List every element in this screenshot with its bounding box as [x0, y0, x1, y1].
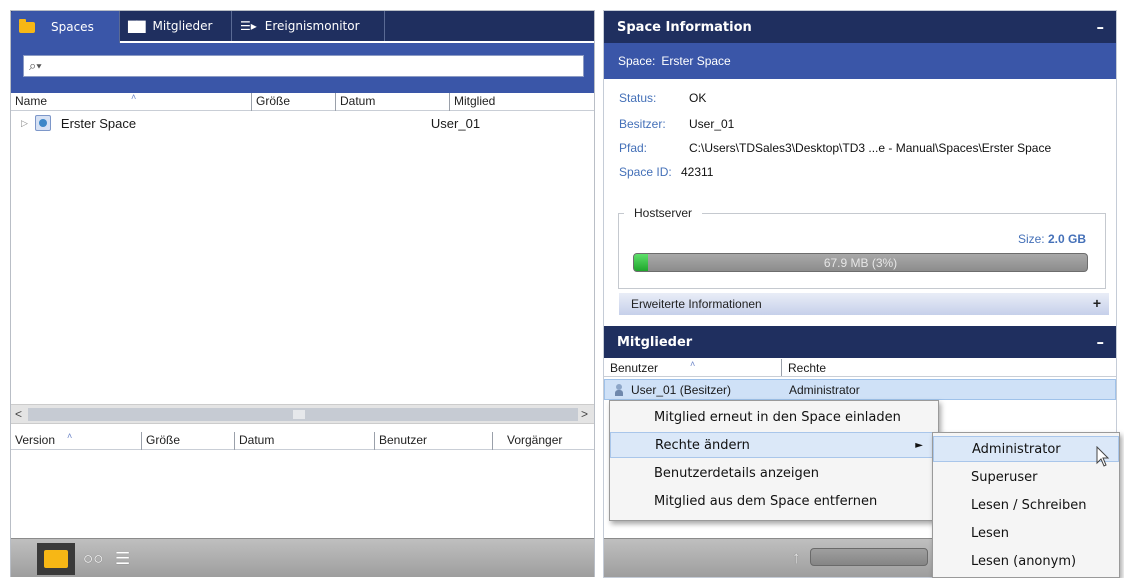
member-context-menu: Mitglied erneut in den Space einladen Re…	[609, 400, 939, 521]
space-row[interactable]: ▷ Erster Space User_01	[11, 112, 594, 134]
members-table-header: Benutzer ˄ Rechte	[604, 359, 1116, 377]
rights-submenu: Administrator Superuser Lesen / Schreibe…	[932, 432, 1120, 578]
upload-arrow-icon[interactable]: ↑	[792, 548, 801, 568]
horizontal-scrollbar[interactable]: < >	[11, 404, 594, 424]
scroll-grip[interactable]	[293, 410, 305, 419]
space-id-row: Space ID: 42311	[619, 165, 714, 179]
space-title-bar: Space: Erster Space	[604, 43, 1116, 79]
menu-item-remove-member[interactable]: Mitglied aus dem Space entfernen	[610, 488, 938, 514]
status-row: Status: OK	[619, 91, 707, 105]
rights-item-read-write[interactable]: Lesen / Schreiben	[933, 492, 1119, 518]
submenu-arrow-icon: ►	[915, 439, 923, 451]
col-size[interactable]: Größe	[252, 93, 336, 111]
mouse-cursor-icon	[1096, 446, 1110, 467]
event-monitor-icon: ☰▸	[240, 19, 257, 33]
extended-info-toggle[interactable]: Erweiterte Informationen +	[619, 293, 1109, 315]
scroll-left-icon[interactable]: <	[15, 407, 22, 421]
bottom-folder-button[interactable]	[37, 543, 75, 575]
search-bar: ⌕▾	[11, 43, 594, 93]
space-name: Erster Space	[60, 115, 137, 131]
member-rights: Administrator	[789, 382, 860, 397]
rights-item-administrator[interactable]: Administrator	[933, 436, 1119, 462]
members-icon[interactable]: ○○	[83, 549, 104, 569]
tab-spaces-label: Spaces	[51, 20, 94, 34]
tab-spaces[interactable]: Spaces	[11, 11, 120, 43]
hostserver-box	[618, 213, 1106, 289]
member-row[interactable]: User_01 (Besitzer) Administrator	[604, 379, 1116, 400]
tab-event-monitor-label: Ereignismonitor	[264, 19, 360, 33]
rights-item-read-anonymous[interactable]: Lesen (anonym)	[933, 548, 1119, 574]
status-value: OK	[689, 91, 707, 105]
col-rights[interactable]: Rechte	[782, 359, 1116, 376]
col-member[interactable]: Mitglied	[450, 93, 594, 111]
left-bottom-bar: ○○ ☰	[11, 538, 594, 577]
sort-asc-icon: ˄	[67, 431, 73, 441]
space-member: User_01	[430, 115, 481, 131]
members-header: Mitglieder –	[604, 326, 1116, 358]
sort-asc-icon: ˄	[690, 359, 696, 369]
expand-plus-icon[interactable]: +	[1093, 295, 1101, 311]
members-icon: ▇▇	[128, 19, 145, 33]
rights-item-superuser[interactable]: Superuser	[933, 464, 1119, 490]
scroll-right-icon[interactable]: >	[581, 407, 588, 421]
spaces-table-header: Name ˄ Größe Datum Mitglied	[11, 92, 594, 111]
tab-event-monitor[interactable]: ☰▸ Ereignismonitor	[232, 11, 385, 41]
tab-bar: Spaces ▇▇ Mitglieder ☰▸ Ereignismonitor	[11, 11, 594, 43]
rights-item-read[interactable]: Lesen	[933, 520, 1119, 546]
menu-item-user-details[interactable]: Benutzerdetails anzeigen	[610, 460, 938, 486]
space-id-value: 42311	[681, 165, 714, 179]
folder-icon	[44, 550, 68, 568]
folder-icon	[19, 18, 35, 33]
user-icon	[615, 383, 623, 396]
hostserver-legend: Hostserver	[632, 206, 695, 220]
versions-table-header: Version ˄ Größe Datum Benutzer Vorgänger	[11, 431, 594, 450]
owner-value: User_01	[689, 117, 735, 131]
col-user[interactable]: Benutzer ˄	[604, 359, 782, 376]
spaces-panel: Spaces ▇▇ Mitglieder ☰▸ Ereignismonitor …	[10, 10, 595, 577]
size-label: Size: 2.0 GB	[1017, 232, 1086, 246]
col-version-size[interactable]: Größe	[142, 432, 235, 450]
path-row: Pfad: C:\Users\TDSales3\Desktop\TD3 ...e…	[619, 141, 1052, 155]
sort-asc-icon: ˄	[131, 92, 137, 102]
space-info-header: Space Information –	[604, 11, 1116, 43]
col-version-predecessor[interactable]: Vorgänger	[493, 432, 594, 450]
owner-row: Besitzer: User_01	[619, 117, 735, 131]
collapse-space-info-icon[interactable]: –	[1097, 18, 1105, 36]
space-title: Erster Space	[661, 54, 731, 68]
tab-members-label: Mitglieder	[152, 19, 213, 33]
size-value: 2.0 GB	[1047, 232, 1086, 246]
event-monitor-icon[interactable]: ☰	[115, 549, 130, 569]
expand-icon[interactable]: ▷	[21, 118, 28, 129]
member-user: User_01 (Besitzer)	[631, 382, 732, 397]
transfer-progress-bar	[810, 548, 928, 566]
storage-progress-bar: 67.9 MB (3%)	[633, 253, 1088, 272]
space-icon	[34, 115, 51, 131]
menu-item-change-rights[interactable]: Rechte ändern ►	[610, 432, 938, 458]
col-name[interactable]: Name ˄	[11, 92, 252, 111]
storage-progress-text: 67.9 MB (3%)	[823, 256, 898, 270]
space-label: Space:	[618, 54, 656, 68]
col-version[interactable]: Version ˄	[11, 431, 142, 450]
collapse-members-icon[interactable]: –	[1097, 333, 1105, 351]
col-version-user[interactable]: Benutzer	[375, 432, 493, 450]
col-date[interactable]: Datum	[336, 93, 450, 111]
search-input[interactable]: ⌕▾	[23, 55, 584, 77]
path-value: C:\Users\TDSales3\Desktop\TD3 ...e - Man…	[689, 141, 1052, 155]
search-icon[interactable]: ⌕▾	[29, 58, 42, 74]
tab-members[interactable]: ▇▇ Mitglieder	[120, 11, 232, 41]
menu-item-reinvite[interactable]: Mitglied erneut in den Space einladen	[610, 404, 938, 430]
col-version-date[interactable]: Datum	[235, 432, 375, 450]
